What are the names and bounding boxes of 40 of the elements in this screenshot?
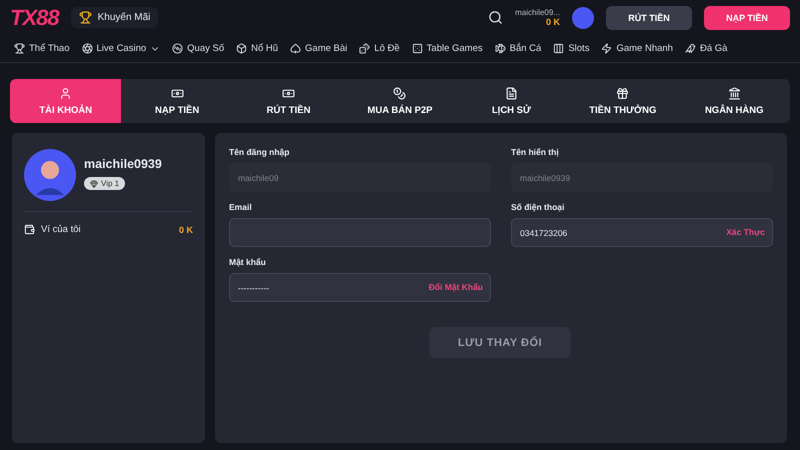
nav-item[interactable]: Game Bài	[290, 43, 348, 54]
account-tab[interactable]: TIỀN THƯỞNG	[567, 79, 679, 123]
gem-icon	[90, 180, 98, 188]
nav-item[interactable]: Table Games	[412, 43, 483, 54]
field-label: Số điện thoại	[511, 202, 566, 212]
wallet-amount: 0 K	[178, 224, 193, 234]
nav-item[interactable]: Quay Số	[172, 43, 224, 54]
header-username: maichile09...	[515, 8, 560, 17]
logo[interactable]: TX88	[10, 4, 59, 30]
field-label: Tên hiển thị	[511, 147, 560, 157]
avatar-drawing	[24, 149, 76, 201]
account-tab[interactable]: NGÂN HÀNG	[678, 79, 790, 123]
nav-item[interactable]: Bắn Cá	[494, 43, 542, 54]
header-balance: 0 K	[546, 17, 560, 27]
nav-item[interactable]: Game Nhanh	[601, 43, 673, 54]
account-tab[interactable]: RÚT TIỀN	[232, 79, 344, 123]
nav-item[interactable]: Slots	[553, 43, 590, 54]
wallet-icon	[24, 224, 35, 235]
header-button[interactable]: NẠP TIỀN	[704, 6, 790, 30]
nav-item[interactable]: Đá Gà	[684, 43, 728, 54]
promo-button[interactable]: Khuyến Mãi	[70, 7, 158, 28]
avatar[interactable]	[572, 6, 594, 28]
nav-item[interactable]: Thể Thao	[14, 43, 70, 54]
profile-username: maichile0939	[84, 157, 162, 172]
search-icon[interactable]	[488, 10, 504, 25]
field-label: Mật khẩu	[229, 257, 267, 267]
account-tab[interactable]: TÀI KHOẢN	[10, 79, 122, 123]
nav-item[interactable]: Live Casino	[82, 43, 160, 54]
input-field[interactable]	[229, 218, 491, 247]
account-tab[interactable]: NẠP TIỀN	[121, 79, 233, 123]
nav-item[interactable]: Nổ Hũ	[236, 43, 278, 54]
header-button[interactable]: RÚT TIỀN	[606, 6, 692, 30]
trophy-icon	[78, 11, 92, 24]
wallet-label: Ví của tôi	[41, 224, 82, 235]
nav-item[interactable]: Lô Đề	[359, 43, 400, 54]
field-label: Tên đăng nhập	[229, 147, 290, 157]
vip-badge: Vip 1	[84, 177, 126, 190]
account-tab[interactable]: MUA BÁN P2P	[344, 79, 456, 123]
account-tab[interactable]: LỊCH SỬ	[456, 79, 568, 123]
field-label: Email	[229, 202, 253, 212]
